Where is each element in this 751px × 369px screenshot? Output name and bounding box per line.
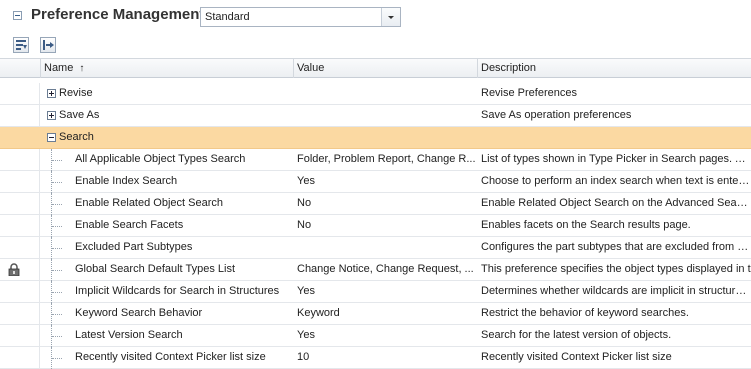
tree-connector bbox=[52, 204, 62, 205]
chevron-down-icon[interactable] bbox=[381, 8, 400, 26]
preference-row[interactable]: Latest Version Search Yes Search for the… bbox=[0, 325, 751, 347]
tree-connector bbox=[52, 336, 62, 337]
group-row-search[interactable]: Search bbox=[0, 127, 751, 149]
filter-button[interactable] bbox=[13, 37, 29, 53]
preference-value: Yes bbox=[297, 329, 315, 341]
column-header-name[interactable]: Name ↑ bbox=[40, 59, 293, 78]
preference-row[interactable]: Recently visited Context Picker list siz… bbox=[0, 347, 751, 369]
preference-row[interactable]: All Applicable Object Types Search Folde… bbox=[0, 149, 751, 171]
lock-cell bbox=[0, 83, 40, 104]
preference-value: Yes bbox=[297, 175, 315, 187]
expand-icon[interactable] bbox=[47, 111, 56, 120]
preference-value: 10 bbox=[297, 351, 310, 363]
preference-name: Implicit Wildcards for Search in Structu… bbox=[75, 285, 280, 297]
column-header-value-label: Value bbox=[297, 62, 325, 74]
tree-connector bbox=[52, 358, 62, 359]
preference-value: Folder, Problem Report, Change R... bbox=[297, 153, 476, 165]
preference-row[interactable]: Global Search Default Types List Change … bbox=[0, 259, 751, 281]
lock-cell bbox=[0, 171, 40, 192]
expand-icon[interactable] bbox=[47, 89, 56, 98]
tree-connector bbox=[52, 292, 62, 293]
lock-cell bbox=[0, 215, 40, 236]
preference-name: Latest Version Search bbox=[75, 329, 183, 341]
preference-row[interactable]: Enable Index Search Yes Choose to perfor… bbox=[0, 171, 751, 193]
group-description: Revise Preferences bbox=[481, 87, 577, 99]
preference-name: Enable Search Facets bbox=[75, 219, 184, 231]
lock-cell bbox=[0, 237, 40, 258]
preference-value: Yes bbox=[297, 285, 315, 297]
preference-description: This preference specifies the object typ… bbox=[481, 263, 751, 275]
preference-description: Determines whether wildcards are implici… bbox=[481, 285, 751, 297]
group-label: Revise bbox=[59, 87, 93, 99]
lock-cell bbox=[0, 281, 40, 302]
sort-ascending-icon: ↑ bbox=[79, 63, 85, 74]
collapse-icon[interactable] bbox=[47, 133, 56, 142]
group-row-save-as[interactable]: Save As Save As operation preferences bbox=[0, 105, 751, 127]
column-header-description-label: Description bbox=[481, 62, 537, 74]
group-label: Save As bbox=[59, 109, 100, 121]
lock-cell bbox=[0, 127, 40, 148]
lock-cell bbox=[0, 105, 40, 126]
lock-cell bbox=[0, 149, 40, 170]
tree-connector bbox=[52, 226, 62, 227]
preference-row[interactable]: Keyword Search Behavior Keyword Restrict… bbox=[0, 303, 751, 325]
preference-description: Enable Related Object Search on the Adva… bbox=[481, 197, 751, 209]
group-description: Save As operation preferences bbox=[481, 109, 632, 121]
toolbar bbox=[0, 34, 751, 58]
group-description bbox=[481, 127, 751, 148]
preference-name: Enable Related Object Search bbox=[75, 197, 223, 209]
lock-cell bbox=[0, 347, 40, 368]
preference-description: Configures the part subtypes that are ex… bbox=[481, 241, 751, 253]
view-select-value: Standard bbox=[205, 11, 250, 23]
lock-column-header bbox=[0, 59, 40, 78]
preference-name: All Applicable Object Types Search bbox=[75, 153, 246, 165]
preference-name: Keyword Search Behavior bbox=[75, 307, 203, 319]
tree-connector bbox=[52, 182, 62, 183]
preference-row[interactable]: Implicit Wildcards for Search in Structu… bbox=[0, 281, 751, 303]
collapse-icon[interactable] bbox=[13, 11, 22, 20]
group-label: Search bbox=[59, 131, 94, 143]
preference-row[interactable]: Enable Search Facets No Enables facets o… bbox=[0, 215, 751, 237]
title-bar: Preference Management Standard bbox=[0, 0, 751, 34]
lock-cell bbox=[0, 259, 40, 280]
expand-all-icon bbox=[43, 40, 54, 50]
tree-connector bbox=[52, 314, 62, 315]
preference-description: Choose to perform an index search when t… bbox=[481, 175, 751, 187]
preference-description: List of types shown in Type Picker in Se… bbox=[481, 153, 751, 165]
column-header-value[interactable]: Value bbox=[293, 59, 477, 78]
filter-icon bbox=[16, 40, 27, 50]
preference-value: No bbox=[297, 219, 312, 231]
preference-description: Enables facets on the Search results pag… bbox=[481, 219, 691, 231]
expand-all-button[interactable] bbox=[40, 37, 56, 53]
column-header-name-label: Name bbox=[44, 62, 74, 74]
preference-description: Restrict the behavior of keyword searche… bbox=[481, 307, 689, 319]
preference-value: Keyword bbox=[297, 307, 340, 319]
preference-value bbox=[297, 237, 477, 258]
preference-name: Recently visited Context Picker list siz… bbox=[75, 351, 266, 363]
preference-row[interactable]: Excluded Part Subtypes Configures the pa… bbox=[0, 237, 751, 259]
page-title: Preference Management bbox=[31, 6, 205, 23]
preference-description: Recently visited Context Picker list siz… bbox=[481, 351, 672, 363]
preference-value: Change Notice, Change Request, ... bbox=[297, 263, 474, 275]
view-select[interactable]: Standard bbox=[200, 7, 401, 27]
group-row-revise[interactable]: Revise Revise Preferences bbox=[0, 83, 751, 105]
preference-row[interactable]: Enable Related Object Search No Enable R… bbox=[0, 193, 751, 215]
grid-header: Name ↑ Value Description bbox=[0, 58, 751, 78]
preference-description: Search for the latest version of objects… bbox=[481, 329, 672, 341]
lock-cell bbox=[0, 325, 40, 346]
column-header-description[interactable]: Description bbox=[477, 59, 751, 78]
tree-connector bbox=[52, 270, 62, 271]
lock-icon bbox=[8, 263, 20, 276]
lock-cell bbox=[0, 193, 40, 214]
preference-value: No bbox=[297, 197, 312, 209]
tree-connector bbox=[52, 160, 62, 161]
preference-name: Global Search Default Types List bbox=[75, 263, 235, 275]
lock-cell bbox=[0, 303, 40, 324]
preference-name: Excluded Part Subtypes bbox=[75, 241, 193, 253]
tree-connector bbox=[52, 248, 62, 249]
preference-name: Enable Index Search bbox=[75, 175, 178, 187]
